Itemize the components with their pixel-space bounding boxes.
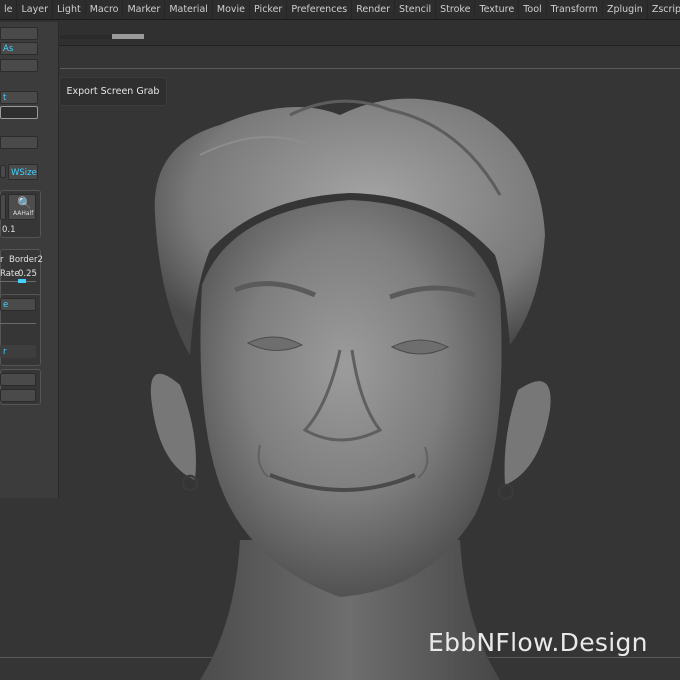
right-earring [497, 483, 515, 501]
rate-slider-fill [18, 279, 26, 283]
aahalf-button[interactable]: 🔍 AAHalf [8, 194, 36, 220]
save-as-button[interactable]: As [0, 42, 38, 55]
panel-button-3[interactable] [0, 59, 38, 72]
menu-item-texture[interactable]: Texture [475, 0, 520, 19]
menu-item-stroke[interactable]: Stroke [436, 0, 476, 19]
toolbar-slider-handle[interactable] [112, 34, 144, 39]
panel-button-left[interactable] [0, 165, 6, 178]
aahalf-icon-label: AAHalf [13, 210, 34, 217]
menu-item-preferences[interactable]: Preferences [287, 0, 353, 19]
cyan-option-button-2[interactable]: r [0, 345, 36, 358]
top-button[interactable] [0, 27, 38, 40]
wsize-button[interactable]: WSize [8, 164, 38, 180]
menu-item-zscript[interactable]: Zscript [648, 0, 680, 19]
menu-item-layer[interactable]: Layer [17, 0, 53, 19]
menu-item-material[interactable]: Material [165, 0, 213, 19]
face [200, 200, 502, 597]
bottom-button-2[interactable] [0, 389, 36, 402]
border-label: r [0, 255, 4, 265]
menu-item-light[interactable]: Light [53, 0, 86, 19]
export-screen-grab-field[interactable] [0, 106, 38, 119]
menu-item-picker[interactable]: Picker [250, 0, 288, 19]
watermark-text: EbbNFlow.Design [428, 628, 648, 657]
menu-item-render[interactable]: Render [352, 0, 396, 19]
menu-item-macro[interactable]: Macro [86, 0, 124, 19]
file-tool-panel: As t WSize 🔍 AAHalf 0.1 r Border2 Rate 0… [0, 22, 59, 498]
panel-button-6[interactable] [0, 136, 38, 149]
sub-toolbar [0, 20, 680, 46]
rate-value[interactable]: 0.25 [18, 269, 37, 279]
menu-item-movie[interactable]: Movie [213, 0, 251, 19]
sculpt-head-model[interactable] [140, 85, 560, 680]
right-ear [504, 381, 551, 485]
left-ear [150, 373, 196, 480]
menu-item-zplugin[interactable]: Zplugin [603, 0, 648, 19]
aahalf-value: 0.1 [2, 225, 16, 235]
canvas-top-border [60, 68, 680, 69]
menu-item-stencil[interactable]: Stencil [395, 0, 437, 19]
export-button[interactable]: t [0, 91, 38, 104]
menu-item-transform[interactable]: Transform [547, 0, 603, 19]
menu-item-tool[interactable]: Tool [519, 0, 547, 19]
aa-left-button[interactable] [0, 194, 6, 220]
left-earring [181, 474, 199, 492]
menu-item-file[interactable]: le [0, 0, 18, 19]
menu-item-marker[interactable]: Marker [123, 0, 166, 19]
rate-label: Rate [0, 269, 20, 279]
border2-label: Border2 [9, 255, 43, 265]
option-slider-1[interactable] [0, 323, 36, 324]
menu-bar: le Layer Light Macro Marker Material Mov… [0, 0, 680, 20]
cyan-option-button[interactable]: e [0, 298, 36, 311]
bottom-button-1[interactable] [0, 373, 36, 386]
